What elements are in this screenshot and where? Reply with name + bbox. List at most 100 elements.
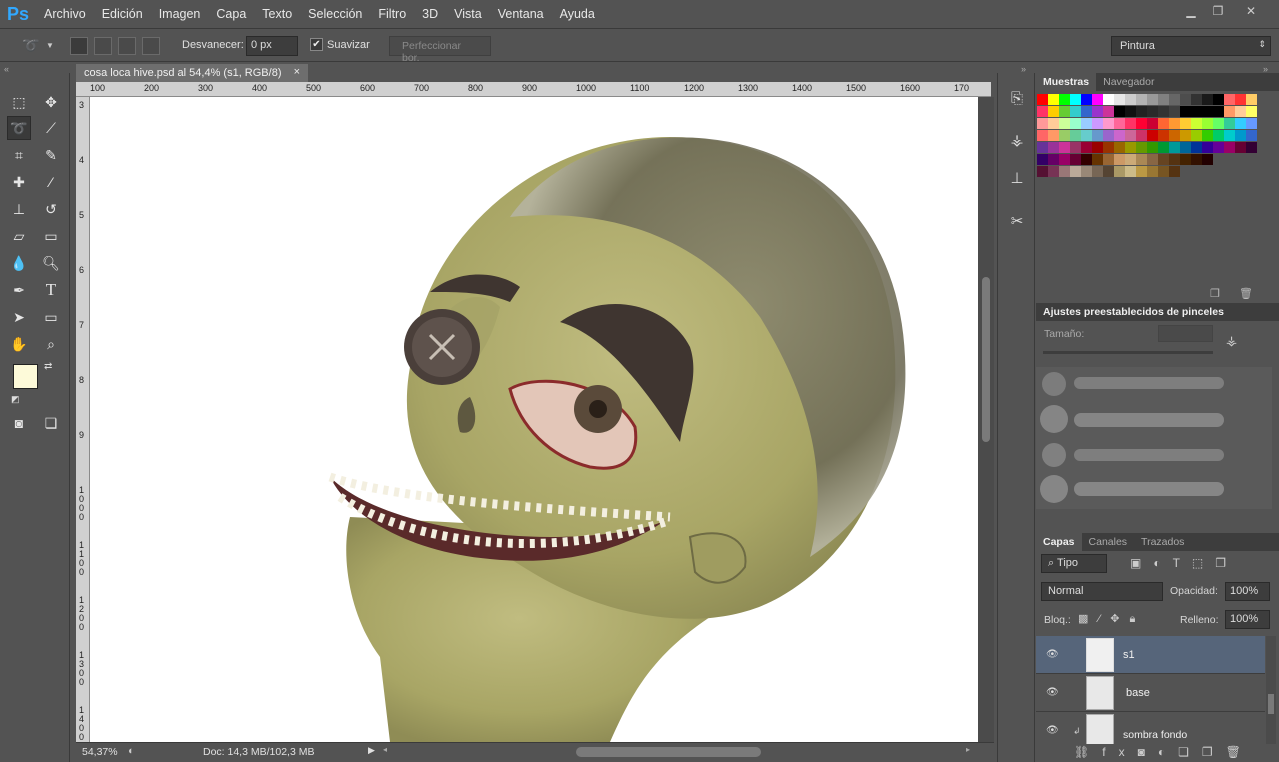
color-swatch[interactable] — [1147, 142, 1158, 153]
refine-edge-button[interactable]: Perfeccionar bor. — [389, 36, 491, 64]
menu-5[interactable]: Selección — [300, 0, 370, 28]
color-swatch[interactable] — [1246, 142, 1257, 153]
tab-channels[interactable]: Canales — [1082, 533, 1135, 551]
restore-icon[interactable]: ❐ — [1207, 3, 1229, 19]
eraser-icon[interactable]: ▱ — [7, 224, 31, 248]
color-swatch[interactable] — [1213, 130, 1224, 141]
lasso-tool-icon[interactable]: ➰ — [7, 116, 31, 140]
color-swatch[interactable] — [1147, 118, 1158, 129]
tab-swatches[interactable]: Muestras — [1036, 73, 1097, 91]
zoom-tool-icon[interactable]: ⌕ — [39, 332, 63, 356]
color-swatch[interactable] — [1158, 154, 1169, 165]
color-swatch[interactable] — [1169, 154, 1180, 165]
color-swatch[interactable] — [1092, 166, 1103, 177]
menu-7[interactable]: 3D — [414, 0, 446, 28]
color-swatch[interactable] — [1224, 118, 1235, 129]
color-swatch[interactable] — [1191, 130, 1202, 141]
brush-stroke[interactable] — [1074, 377, 1224, 389]
color-swatch[interactable] — [1081, 130, 1092, 141]
menu-2[interactable]: Imagen — [151, 0, 209, 28]
eyedropper-icon[interactable]: ✎ — [39, 143, 63, 167]
layer-filter-icons[interactable]: ▣◐T⬚❐ — [1130, 556, 1238, 570]
color-swatch[interactable] — [1103, 142, 1114, 153]
color-swatch[interactable] — [1235, 130, 1246, 141]
layer-actions[interactable]: ⛓fx◙◐❏❐🗑︎ — [1074, 745, 1254, 759]
blur-tool-icon[interactable]: 💧 — [7, 251, 31, 275]
color-swatch[interactable] — [1081, 106, 1092, 117]
color-swatch[interactable] — [1103, 106, 1114, 117]
color-swatch[interactable] — [1048, 94, 1059, 105]
color-swatch[interactable] — [1136, 106, 1147, 117]
color-swatch[interactable] — [1136, 142, 1147, 153]
color-swatch[interactable] — [1081, 142, 1092, 153]
color-swatch[interactable] — [1158, 118, 1169, 129]
color-swatch[interactable] — [1048, 142, 1059, 153]
marquee-tool-icon[interactable]: ⬚ — [7, 90, 31, 114]
color-swatch[interactable] — [1169, 94, 1180, 105]
delete-swatch-icon[interactable]: 🗑︎ — [1239, 287, 1253, 300]
brush-tip[interactable] — [1042, 372, 1066, 396]
color-swatch[interactable] — [1235, 118, 1246, 129]
smooth-checkbox[interactable]: ✔ — [310, 38, 323, 51]
menu-8[interactable]: Vista — [446, 0, 490, 28]
size-input[interactable] — [1158, 325, 1213, 342]
color-swatch[interactable] — [1059, 94, 1070, 105]
default-colors-icon[interactable]: ◩ — [11, 394, 20, 405]
minimize-icon[interactable]: ▁ — [1180, 3, 1202, 19]
swap-colors-icon[interactable]: ⇄ — [44, 361, 52, 372]
color-swatch[interactable] — [1202, 106, 1213, 117]
color-swatch[interactable] — [1246, 130, 1257, 141]
menu-3[interactable]: Capa — [208, 0, 254, 28]
hand-tool-icon[interactable]: ✋ — [7, 332, 31, 356]
color-swatch[interactable] — [1037, 154, 1048, 165]
vertical-scrollbar[interactable] — [978, 97, 994, 742]
status-menu-icon[interactable]: ▶ — [368, 745, 375, 756]
color-swatch[interactable] — [1070, 130, 1081, 141]
color-swatch[interactable] — [1059, 166, 1070, 177]
color-swatch[interactable] — [1037, 166, 1048, 177]
screen-mode-icon[interactable]: ❏ — [39, 411, 63, 435]
color-swatch[interactable] — [1213, 106, 1224, 117]
color-swatch[interactable] — [1103, 130, 1114, 141]
color-swatch[interactable] — [1191, 106, 1202, 117]
brush-tip[interactable] — [1040, 405, 1068, 433]
scroll-left-icon[interactable]: ◂ — [383, 745, 387, 754]
color-swatch[interactable] — [1114, 142, 1125, 153]
clone-source-icon[interactable]: ⊥ — [1005, 166, 1029, 190]
color-swatch[interactable] — [1235, 106, 1246, 117]
color-swatch[interactable] — [1048, 118, 1059, 129]
color-swatch[interactable] — [1213, 142, 1224, 153]
color-swatch[interactable] — [1037, 130, 1048, 141]
color-swatch[interactable] — [1136, 154, 1147, 165]
zoom-level[interactable]: 54,37% — [82, 746, 118, 758]
lasso-tool-preset-icon[interactable]: ➰ — [22, 37, 39, 54]
color-swatch[interactable] — [1158, 106, 1169, 117]
color-swatch[interactable] — [1224, 142, 1235, 153]
color-swatch[interactable] — [1246, 118, 1257, 129]
color-swatch[interactable] — [1092, 154, 1103, 165]
close-tab-icon[interactable]: × — [294, 66, 300, 78]
color-swatch[interactable] — [1037, 106, 1048, 117]
visibility-eye-icon[interactable]: 👁︎ — [1046, 687, 1059, 698]
color-swatch[interactable] — [1180, 142, 1191, 153]
status-info-icon[interactable]: ◐ — [128, 745, 134, 757]
color-swatch[interactable] — [1169, 142, 1180, 153]
color-swatch[interactable] — [1235, 142, 1246, 153]
color-swatch[interactable] — [1048, 154, 1059, 165]
brush-tip[interactable] — [1040, 475, 1068, 503]
color-swatch[interactable] — [1059, 142, 1070, 153]
color-swatch[interactable] — [1158, 94, 1169, 105]
color-swatch[interactable] — [1103, 166, 1114, 177]
rectangle-tool-icon[interactable]: ▭ — [39, 305, 63, 329]
menu-1[interactable]: Edición — [94, 0, 151, 28]
layers-scroll-thumb[interactable] — [1268, 694, 1274, 714]
color-swatch[interactable] — [1114, 106, 1125, 117]
color-swatch[interactable] — [1092, 142, 1103, 153]
workspace-select[interactable]: Pintura ⇕ — [1111, 36, 1271, 56]
color-swatch[interactable] — [1059, 106, 1070, 117]
healing-brush-icon[interactable]: ✚ — [7, 170, 31, 194]
document-tab[interactable]: cosa loca hive.psd al 54,4% (s1, RGB/8) … — [76, 64, 308, 82]
brush-stroke[interactable] — [1074, 482, 1224, 496]
brush-panel-toggle-icon[interactable]: ⚶ — [1226, 333, 1237, 349]
tool-presets-icon[interactable]: ✂ — [1005, 209, 1029, 233]
